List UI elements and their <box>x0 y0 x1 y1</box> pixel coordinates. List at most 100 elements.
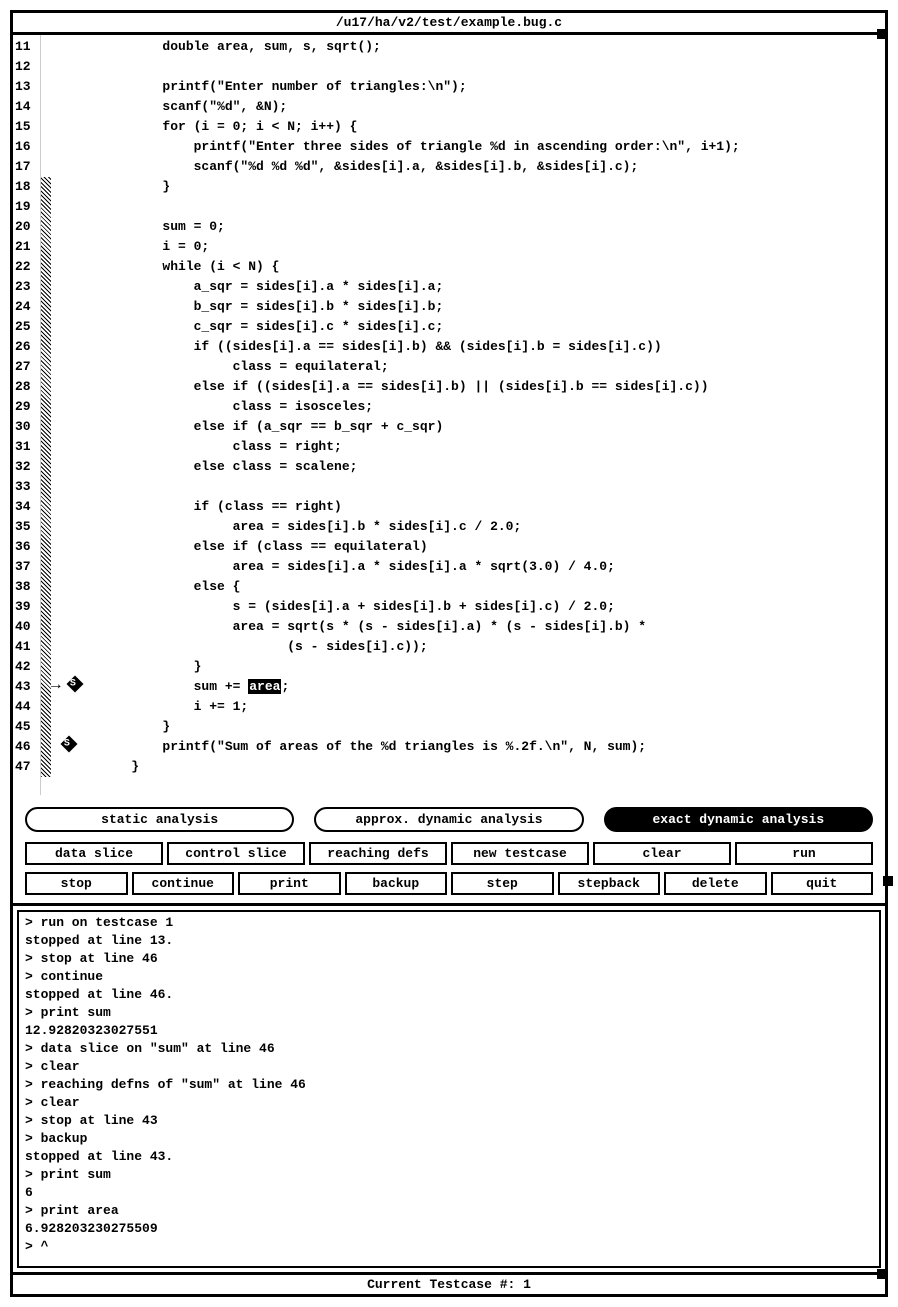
line-number: 40 <box>15 617 38 637</box>
code-line[interactable] <box>100 197 885 217</box>
resize-handle-icon[interactable] <box>877 29 887 39</box>
line-number: 33 <box>15 477 38 497</box>
delete-button[interactable]: delete <box>664 872 767 895</box>
line-number: 29 <box>15 397 38 417</box>
code-content[interactable]: double area, sum, s, sqrt(); printf("Ent… <box>96 35 885 795</box>
print-button[interactable]: print <box>238 872 341 895</box>
line-number: 18 <box>15 177 38 197</box>
line-number: 24 <box>15 297 38 317</box>
breakpoint-icon[interactable] <box>69 677 81 697</box>
tab-approx-dynamic-analysis[interactable]: approx. dynamic analysis <box>314 807 583 832</box>
clear-button[interactable]: clear <box>593 842 731 865</box>
line-number: 17 <box>15 157 38 177</box>
code-line[interactable]: (s - sides[i].c)); <box>100 637 885 657</box>
line-number: 25 <box>15 317 38 337</box>
line-number: 13 <box>15 77 38 97</box>
coverage-strip-icon <box>41 177 51 777</box>
code-line[interactable]: class = equilateral; <box>100 357 885 377</box>
code-line[interactable]: sum += area; <box>100 677 885 697</box>
tab-static-analysis[interactable]: static analysis <box>25 807 294 832</box>
code-line[interactable]: if ((sides[i].a == sides[i].b) && (sides… <box>100 337 885 357</box>
code-line[interactable]: else { <box>100 577 885 597</box>
code-pane: 1112131415161718192021222324252627282930… <box>13 35 885 795</box>
backup-button[interactable]: backup <box>345 872 448 895</box>
line-number: 41 <box>15 637 38 657</box>
code-line[interactable]: } <box>100 717 885 737</box>
line-number: 14 <box>15 97 38 117</box>
line-number: 22 <box>15 257 38 277</box>
line-number: 31 <box>15 437 38 457</box>
code-line[interactable]: area = sides[i].b * sides[i].c / 2.0; <box>100 517 885 537</box>
stepback-button[interactable]: stepback <box>558 872 661 895</box>
code-line[interactable]: scanf("%d %d %d", &sides[i].a, &sides[i]… <box>100 157 885 177</box>
continue-button[interactable]: continue <box>132 872 235 895</box>
code-line[interactable]: else if (a_sqr == b_sqr + c_sqr) <box>100 417 885 437</box>
code-line[interactable]: for (i = 0; i < N; i++) { <box>100 117 885 137</box>
code-line[interactable]: area = sides[i].a * sides[i].a * sqrt(3.… <box>100 557 885 577</box>
code-line[interactable]: printf("Enter three sides of triangle %d… <box>100 137 885 157</box>
breakpoint-margin[interactable] <box>41 35 96 795</box>
console-output[interactable]: > run on testcase 1 stopped at line 13. … <box>17 910 881 1268</box>
line-number: 19 <box>15 197 38 217</box>
code-line[interactable]: } <box>100 757 885 777</box>
code-line[interactable]: printf("Enter number of triangles:\n"); <box>100 77 885 97</box>
line-number: 46 <box>15 737 38 757</box>
code-line[interactable]: } <box>100 177 885 197</box>
line-number: 15 <box>15 117 38 137</box>
step-button[interactable]: step <box>451 872 554 895</box>
code-line[interactable] <box>100 57 885 77</box>
code-line[interactable]: double area, sum, s, sqrt(); <box>100 37 885 57</box>
window-title: /u17/ha/v2/test/example.bug.c <box>336 15 562 30</box>
code-line[interactable]: i += 1; <box>100 697 885 717</box>
reaching-defs-button[interactable]: reaching defs <box>309 842 447 865</box>
code-line[interactable]: class = right; <box>100 437 885 457</box>
code-line[interactable]: sum = 0; <box>100 217 885 237</box>
line-number: 42 <box>15 657 38 677</box>
code-line[interactable]: printf("Sum of areas of the %d triangles… <box>100 737 885 757</box>
data-slice-button[interactable]: data slice <box>25 842 163 865</box>
code-line[interactable]: b_sqr = sides[i].b * sides[i].b; <box>100 297 885 317</box>
line-number: 28 <box>15 377 38 397</box>
line-number: 16 <box>15 137 38 157</box>
code-line[interactable]: else if (class == equilateral) <box>100 537 885 557</box>
line-number: 11 <box>15 37 38 57</box>
code-line[interactable]: if (class == right) <box>100 497 885 517</box>
code-line[interactable]: scanf("%d", &N); <box>100 97 885 117</box>
console-panel: > run on testcase 1 stopped at line 13. … <box>13 903 885 1268</box>
code-line[interactable]: s = (sides[i].a + sides[i].b + sides[i].… <box>100 597 885 617</box>
line-number: 34 <box>15 497 38 517</box>
resize-handle-icon[interactable] <box>883 876 893 886</box>
line-number: 23 <box>15 277 38 297</box>
code-line[interactable] <box>100 477 885 497</box>
line-number: 12 <box>15 57 38 77</box>
line-number: 30 <box>15 417 38 437</box>
line-number: 43 <box>15 677 38 697</box>
line-number-gutter: 1112131415161718192021222324252627282930… <box>13 35 41 795</box>
code-line[interactable]: else if ((sides[i].a == sides[i].b) || (… <box>100 377 885 397</box>
analysis-mode-row: static analysis approx. dynamic analysis… <box>13 801 885 838</box>
line-number: 37 <box>15 557 38 577</box>
code-line[interactable]: } <box>100 657 885 677</box>
run-button[interactable]: run <box>735 842 873 865</box>
code-line[interactable]: area = sqrt(s * (s - sides[i].a) * (s - … <box>100 617 885 637</box>
line-number: 20 <box>15 217 38 237</box>
tab-exact-dynamic-analysis[interactable]: exact dynamic analysis <box>604 807 873 832</box>
stop-button[interactable]: stop <box>25 872 128 895</box>
line-number: 45 <box>15 717 38 737</box>
code-line[interactable]: else class = scalene; <box>100 457 885 477</box>
highlighted-token: area <box>248 679 281 694</box>
code-line[interactable]: a_sqr = sides[i].a * sides[i].a; <box>100 277 885 297</box>
code-line[interactable]: while (i < N) { <box>100 257 885 277</box>
control-slice-button[interactable]: control slice <box>167 842 305 865</box>
code-line[interactable]: c_sqr = sides[i].c * sides[i].c; <box>100 317 885 337</box>
quit-button[interactable]: quit <box>771 872 874 895</box>
line-number: 47 <box>15 757 38 777</box>
toolbar-row-1: data slice control slice reaching defs n… <box>13 840 885 867</box>
resize-handle-icon[interactable] <box>877 1269 887 1279</box>
code-line[interactable]: class = isosceles; <box>100 397 885 417</box>
breakpoint-icon[interactable] <box>63 737 75 757</box>
code-line[interactable]: i = 0; <box>100 237 885 257</box>
title-bar: /u17/ha/v2/test/example.bug.c <box>13 13 885 35</box>
new-testcase-button[interactable]: new testcase <box>451 842 589 865</box>
line-number: 32 <box>15 457 38 477</box>
